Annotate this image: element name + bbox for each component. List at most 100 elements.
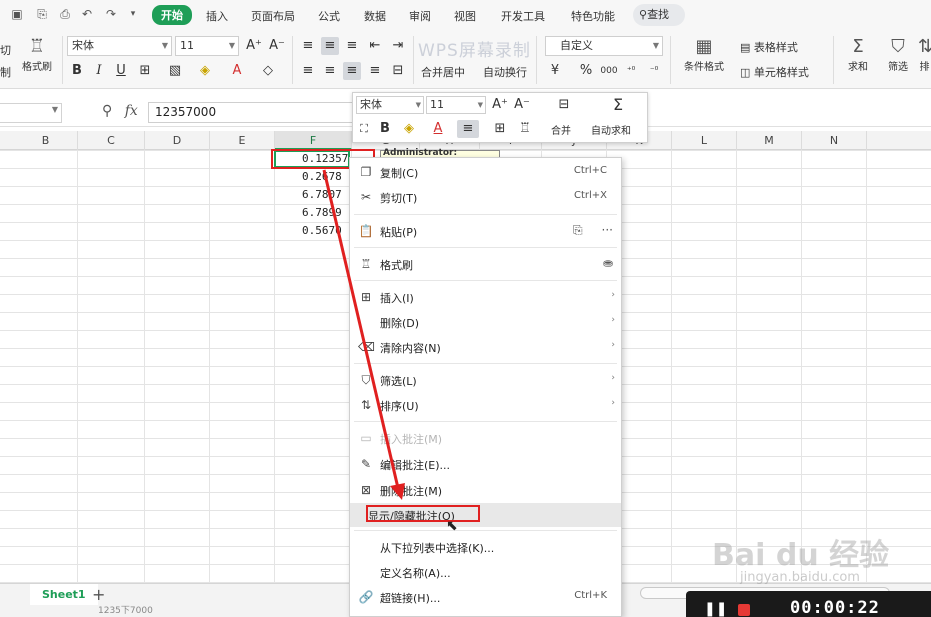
- menu-item-copy[interactable]: ❐ 复制(C) Ctrl+C: [350, 160, 621, 184]
- font-size-select[interactable]: 11 ▼: [175, 36, 239, 56]
- copy-button-partial[interactable]: 制: [0, 64, 11, 80]
- merge-center-button[interactable]: 合并居中: [421, 64, 465, 80]
- align-center-icon[interactable]: ≡: [321, 62, 339, 80]
- zoom-icon[interactable]: ⚲: [102, 103, 112, 119]
- mini-font-color-icon[interactable]: A: [429, 120, 447, 138]
- menu-item-edit-comment[interactable]: ✎ 编辑批注(E)...: [350, 452, 621, 476]
- number-format-select[interactable]: 自定义 ▼: [545, 36, 663, 56]
- column-header-d[interactable]: D: [145, 131, 210, 150]
- export-icon[interactable]: ⎘: [35, 7, 49, 21]
- undo-icon[interactable]: ↶: [80, 7, 94, 21]
- cell-f3[interactable]: 6.7807: [276, 186, 350, 203]
- align-top-icon[interactable]: ≡: [299, 37, 317, 55]
- stop-icon[interactable]: [738, 604, 750, 616]
- redo-icon[interactable]: ↷: [104, 7, 118, 21]
- font-grow-icon[interactable]: A⁺: [245, 37, 263, 55]
- thousands-button[interactable]: 000: [598, 62, 620, 80]
- cut-button[interactable]: 切: [0, 42, 11, 58]
- menu-item-hyperlink[interactable]: 🔗 超链接(H)... Ctrl+K: [350, 585, 621, 609]
- mini-fill-color-icon[interactable]: ◈: [399, 120, 419, 138]
- sheet-tab-sheet1[interactable]: Sheet1: [30, 584, 98, 606]
- decrease-decimal-icon[interactable]: ⁻⁰: [645, 62, 663, 80]
- mini-align-icon[interactable]: ≡: [457, 120, 479, 138]
- name-box[interactable]: ▼: [0, 103, 62, 123]
- tab-data[interactable]: 数据: [364, 8, 386, 24]
- sum-button[interactable]: Σ 求和: [838, 36, 878, 73]
- paste-more-button[interactable]: ···: [602, 223, 613, 237]
- column-header-f[interactable]: F: [275, 131, 352, 150]
- filter-button[interactable]: ⛉ 筛选: [880, 36, 916, 73]
- format-painter-side-icon[interactable]: ⛂: [603, 256, 613, 270]
- paste-special-icon[interactable]: ⎘: [573, 223, 583, 238]
- tab-formulas[interactable]: 公式: [318, 8, 340, 24]
- tab-page-layout[interactable]: 页面布局: [251, 8, 295, 24]
- menu-item-format-painter[interactable]: ♖ 格式刷 ⛂: [350, 252, 621, 276]
- fill-color-icon[interactable]: ◈: [196, 62, 214, 80]
- mini-sigma-icon[interactable]: Σ: [607, 96, 629, 114]
- percent-button[interactable]: %: [577, 62, 595, 80]
- mini-format-painter-icon[interactable]: ♖: [517, 120, 533, 138]
- underline-icon[interactable]: U: [112, 62, 130, 80]
- mini-merge-button[interactable]: 合并: [551, 122, 571, 137]
- align-left-icon[interactable]: ≡: [299, 62, 317, 80]
- column-header-m[interactable]: M: [737, 131, 802, 150]
- column-header-n[interactable]: N: [802, 131, 867, 150]
- menu-item-pick-from-list[interactable]: 从下拉列表中选择(K)...: [350, 535, 621, 559]
- cell-style-button[interactable]: ◫ 单元格样式: [740, 64, 809, 80]
- font-shrink-icon[interactable]: A⁻: [268, 37, 286, 55]
- align-bottom-icon[interactable]: ≡: [343, 37, 361, 55]
- cell-f2[interactable]: 0.2678: [276, 168, 350, 185]
- column-header-e[interactable]: E: [210, 131, 275, 150]
- menu-item-filter[interactable]: ⛉ 筛选(L) ›: [350, 368, 621, 392]
- pause-icon[interactable]: ❚❚: [704, 601, 727, 617]
- tab-review[interactable]: 审阅: [409, 8, 431, 24]
- font-color-icon[interactable]: A: [228, 62, 246, 80]
- format-painter-button[interactable]: ♖ 格式刷: [18, 36, 56, 73]
- menu-item-delete-comment[interactable]: ⊠ 删除批注(M): [350, 478, 621, 502]
- menu-item-clear[interactable]: ⌫ 清除内容(N) ›: [350, 335, 621, 359]
- cell-f5[interactable]: 0.5670: [276, 222, 350, 239]
- sort-button[interactable]: ⇅ 排: [918, 36, 931, 73]
- mini-border-icon[interactable]: ⊞: [489, 120, 511, 138]
- increase-decimal-icon[interactable]: ⁺⁰: [622, 62, 640, 80]
- menu-item-cut[interactable]: ✂ 剪切(T) Ctrl+X: [350, 185, 621, 209]
- tab-developer[interactable]: 开发工具: [501, 8, 545, 24]
- indent-increase-icon[interactable]: ⇥: [389, 37, 407, 55]
- column-header-c[interactable]: C: [78, 131, 145, 150]
- mini-font-shrink-icon[interactable]: A⁻: [513, 96, 531, 114]
- cell-f4[interactable]: 6.7899: [276, 204, 350, 221]
- fill-pattern-icon[interactable]: ▧: [166, 62, 184, 80]
- tab-insert[interactable]: 插入: [206, 8, 228, 24]
- mini-select-icon[interactable]: ⛶: [356, 120, 372, 138]
- justify-icon[interactable]: ≡: [366, 62, 384, 80]
- mini-font-grow-icon[interactable]: A⁺: [491, 96, 509, 114]
- italic-icon[interactable]: I: [90, 62, 108, 80]
- mini-auto-sum-button[interactable]: 自动求和: [591, 122, 631, 137]
- auto-wrap-button[interactable]: 自动换行: [483, 64, 527, 80]
- align-middle-icon[interactable]: ≡: [321, 37, 339, 55]
- table-style-button[interactable]: ▤ 表格样式: [740, 39, 798, 55]
- tab-home[interactable]: 开始: [152, 5, 192, 25]
- font-name-select[interactable]: 宋体 ▼: [67, 36, 172, 56]
- currency-icon[interactable]: ¥: [546, 62, 564, 80]
- add-sheet-icon[interactable]: +: [92, 585, 105, 604]
- column-header-l[interactable]: L: [672, 131, 737, 150]
- menu-item-sort[interactable]: ⇅ 排序(U) ›: [350, 393, 621, 417]
- mini-font-name-select[interactable]: 宋体 ▼: [356, 96, 424, 114]
- formula-input[interactable]: 12357000: [148, 102, 368, 123]
- search-button[interactable]: ⚲查找: [633, 4, 685, 26]
- merge-icon[interactable]: ⊟: [553, 96, 575, 114]
- menu-item-insert[interactable]: ⊞ 插入(I) ›: [350, 285, 621, 309]
- border-icon[interactable]: ⊞: [136, 62, 154, 80]
- column-header-b[interactable]: B: [14, 131, 78, 150]
- tab-special[interactable]: 特色功能: [571, 8, 615, 24]
- customize-icon[interactable]: ▾: [126, 7, 140, 21]
- bold-icon[interactable]: B: [68, 62, 86, 80]
- tab-view[interactable]: 视图: [454, 8, 476, 24]
- fx-icon[interactable]: fx: [125, 103, 138, 119]
- clear-format-icon[interactable]: ◇: [259, 62, 277, 80]
- distribute-icon[interactable]: ⊟: [389, 62, 407, 80]
- indent-decrease-icon[interactable]: ⇤: [366, 37, 384, 55]
- conditional-format-button[interactable]: ▦ 条件格式: [676, 36, 732, 73]
- mini-font-size-select[interactable]: 11 ▼: [426, 96, 486, 114]
